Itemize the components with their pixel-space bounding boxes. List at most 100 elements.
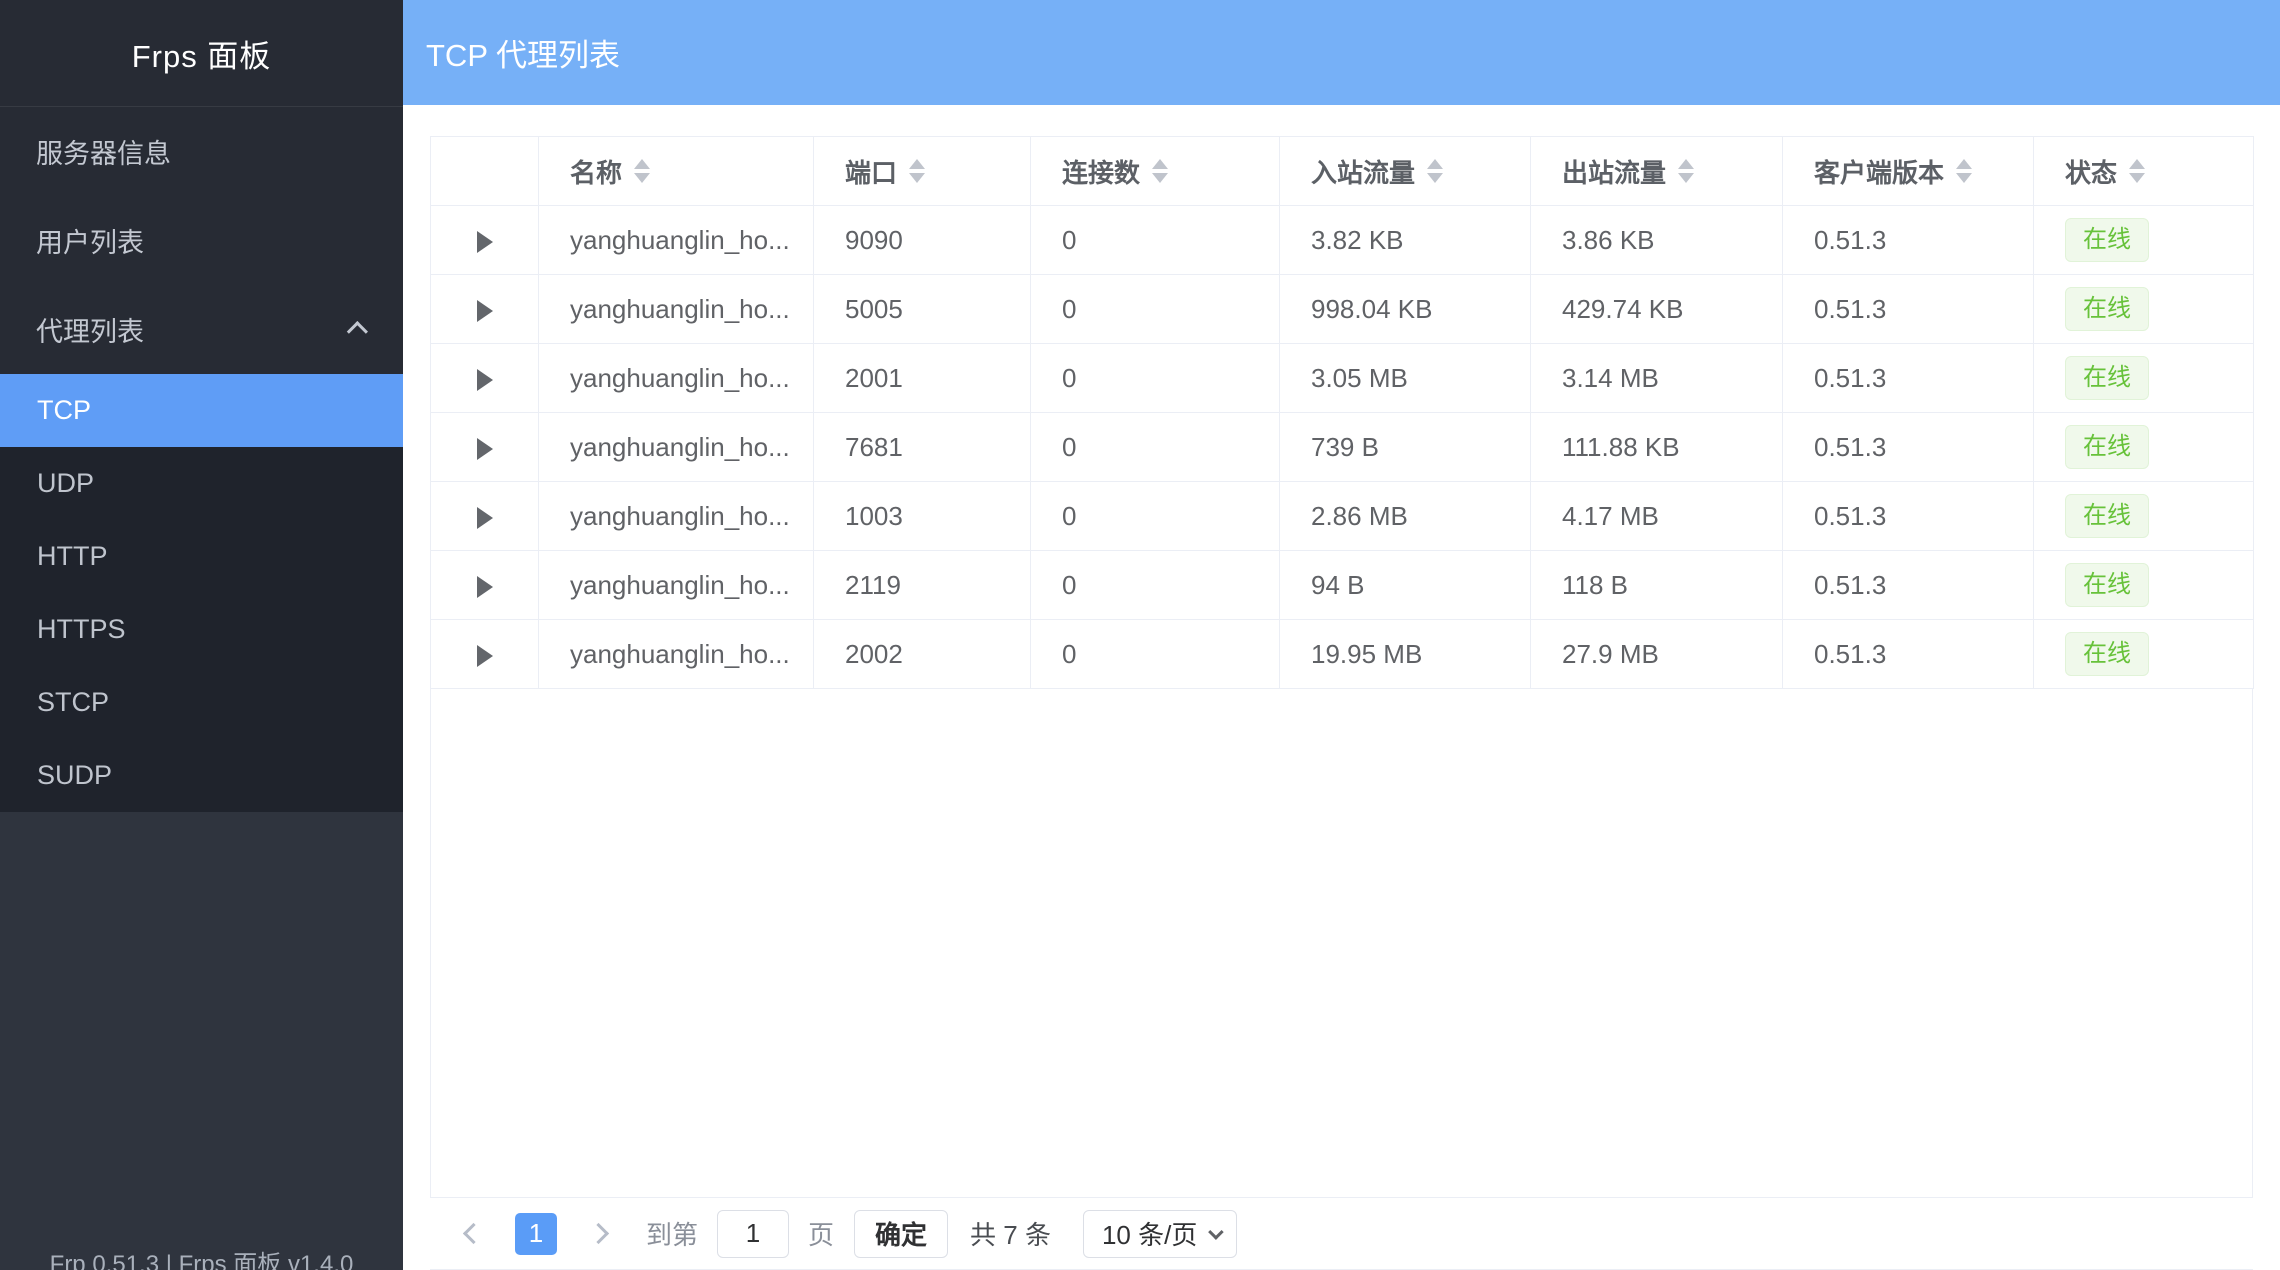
- cell-client-version: 0.51.3: [1783, 551, 2034, 620]
- page-title: TCP 代理列表: [426, 30, 620, 75]
- status-badge: 在线: [2065, 356, 2149, 400]
- cell-port: 2002: [814, 620, 1031, 689]
- expand-row-icon[interactable]: [477, 507, 493, 529]
- cell-client-version: 0.51.3: [1783, 275, 2034, 344]
- column-header-traffic-out[interactable]: 出站流量: [1531, 137, 1783, 206]
- submenu-item-label: HTTPS: [37, 614, 126, 645]
- submenu-item-label: HTTP: [37, 541, 108, 572]
- expand-row-icon[interactable]: [477, 576, 493, 598]
- cell-traffic-in: 3.05 MB: [1280, 344, 1531, 413]
- sort-icon[interactable]: [2129, 159, 2145, 183]
- chevron-right-icon: [588, 1223, 609, 1244]
- expand-row-icon[interactable]: [477, 645, 493, 667]
- cell-traffic-out: 27.9 MB: [1531, 620, 1783, 689]
- sidebar-item-http[interactable]: HTTP: [0, 520, 403, 593]
- expand-row-icon[interactable]: [477, 300, 493, 322]
- sort-icon[interactable]: [634, 159, 650, 183]
- sidebar-item-udp[interactable]: UDP: [0, 447, 403, 520]
- cell-traffic-in: 3.82 KB: [1280, 206, 1531, 275]
- confirm-button[interactable]: 确定: [854, 1210, 948, 1258]
- sidebar: Frps 面板 服务器信息 用户列表 代理列表 TCP UDP HTTP: [0, 0, 403, 1270]
- expand-column-header: [431, 137, 539, 206]
- table-row: yanghuanglin_ho... 7681 0 739 B 111.88 K…: [431, 413, 2254, 482]
- page-header: TCP 代理列表: [403, 0, 2280, 105]
- cell-client-version: 0.51.3: [1783, 620, 2034, 689]
- table-row: yanghuanglin_ho... 9090 0 3.82 KB 3.86 K…: [431, 206, 2254, 275]
- column-header-name[interactable]: 名称: [539, 137, 814, 206]
- cell-connections: 0: [1031, 620, 1280, 689]
- status-badge: 在线: [2065, 287, 2149, 331]
- page-size-select[interactable]: 10 条/页: [1083, 1210, 1237, 1258]
- cell-name: yanghuanglin_ho...: [539, 206, 814, 275]
- cell-traffic-in: 998.04 KB: [1280, 275, 1531, 344]
- table-row: yanghuanglin_ho... 2119 0 94 B 118 B 0.5…: [431, 551, 2254, 620]
- status-badge: 在线: [2065, 563, 2149, 607]
- cell-traffic-out: 111.88 KB: [1531, 413, 1783, 482]
- sidebar-item-server-info[interactable]: 服务器信息: [0, 107, 403, 196]
- sort-icon[interactable]: [1152, 159, 1168, 183]
- content-area: 名称 端口 连接数 入站流量: [403, 105, 2280, 1270]
- cell-connections: 0: [1031, 275, 1280, 344]
- column-header-traffic-in[interactable]: 入站流量: [1280, 137, 1531, 206]
- expand-row-icon[interactable]: [477, 438, 493, 460]
- submenu-item-label: UDP: [37, 468, 94, 499]
- table-empty-area: [430, 689, 2253, 1198]
- cell-client-version: 0.51.3: [1783, 206, 2034, 275]
- chevron-left-icon: [463, 1223, 484, 1244]
- app-title: Frps 面板: [0, 0, 403, 107]
- cell-client-version: 0.51.3: [1783, 482, 2034, 551]
- sidebar-item-proxy-list[interactable]: 代理列表: [0, 285, 403, 374]
- cell-traffic-out: 3.14 MB: [1531, 344, 1783, 413]
- cell-connections: 0: [1031, 413, 1280, 482]
- sidebar-item-tcp[interactable]: TCP: [0, 374, 403, 447]
- main-area: TCP 代理列表 名称 端口: [403, 0, 2280, 1270]
- cell-traffic-in: 94 B: [1280, 551, 1531, 620]
- column-header-status[interactable]: 状态: [2034, 137, 2254, 206]
- sidebar-filler: [0, 812, 403, 1270]
- cell-port: 1003: [814, 482, 1031, 551]
- column-header-connections[interactable]: 连接数: [1031, 137, 1280, 206]
- sidebar-item-label: 用户列表: [36, 221, 144, 260]
- sidebar-item-user-list[interactable]: 用户列表: [0, 196, 403, 285]
- sort-icon[interactable]: [1956, 159, 1972, 183]
- sort-icon[interactable]: [909, 159, 925, 183]
- page-number-input[interactable]: [717, 1210, 789, 1258]
- sort-icon[interactable]: [1427, 159, 1443, 183]
- cell-traffic-in: 2.86 MB: [1280, 482, 1531, 551]
- sidebar-item-label: 服务器信息: [36, 132, 171, 171]
- sort-icon[interactable]: [1678, 159, 1694, 183]
- page-size-value: 10 条/页: [1102, 1215, 1197, 1252]
- cell-connections: 0: [1031, 206, 1280, 275]
- expand-row-icon[interactable]: [477, 231, 493, 253]
- cell-port: 2001: [814, 344, 1031, 413]
- cell-name: yanghuanglin_ho...: [539, 482, 814, 551]
- column-header-client-version[interactable]: 客户端版本: [1783, 137, 2034, 206]
- cell-traffic-out: 429.74 KB: [1531, 275, 1783, 344]
- submenu-item-label: STCP: [37, 687, 109, 718]
- app-window: Frps 面板 服务器信息 用户列表 代理列表 TCP UDP HTTP: [0, 0, 2280, 1270]
- cell-name: yanghuanglin_ho...: [539, 413, 814, 482]
- expand-row-icon[interactable]: [477, 369, 493, 391]
- pagination-bar: 1 到第 页 确定 共 7 条 10 条/页: [430, 1198, 2253, 1270]
- column-header-port[interactable]: 端口: [814, 137, 1031, 206]
- sidebar-item-https[interactable]: HTTPS: [0, 593, 403, 666]
- cell-traffic-in: 19.95 MB: [1280, 620, 1531, 689]
- cell-name: yanghuanglin_ho...: [539, 275, 814, 344]
- chevron-up-icon: [347, 321, 368, 342]
- cell-port: 5005: [814, 275, 1031, 344]
- table-row: yanghuanglin_ho... 2001 0 3.05 MB 3.14 M…: [431, 344, 2254, 413]
- sidebar-item-sudp[interactable]: SUDP: [0, 739, 403, 812]
- page-unit-label: 页: [808, 1215, 834, 1252]
- proxy-table: 名称 端口 连接数 入站流量: [430, 136, 2254, 689]
- table-row: yanghuanglin_ho... 1003 0 2.86 MB 4.17 M…: [431, 482, 2254, 551]
- sidebar-item-stcp[interactable]: STCP: [0, 666, 403, 739]
- total-count-label: 共 7 条: [970, 1215, 1051, 1252]
- cell-traffic-out: 4.17 MB: [1531, 482, 1783, 551]
- page-number-button[interactable]: 1: [515, 1213, 557, 1255]
- cell-traffic-out: 118 B: [1531, 551, 1783, 620]
- cell-traffic-in: 739 B: [1280, 413, 1531, 482]
- prev-page-button[interactable]: [466, 1226, 481, 1241]
- next-page-button[interactable]: [591, 1226, 606, 1241]
- cell-name: yanghuanglin_ho...: [539, 344, 814, 413]
- submenu-item-label: TCP: [37, 395, 91, 426]
